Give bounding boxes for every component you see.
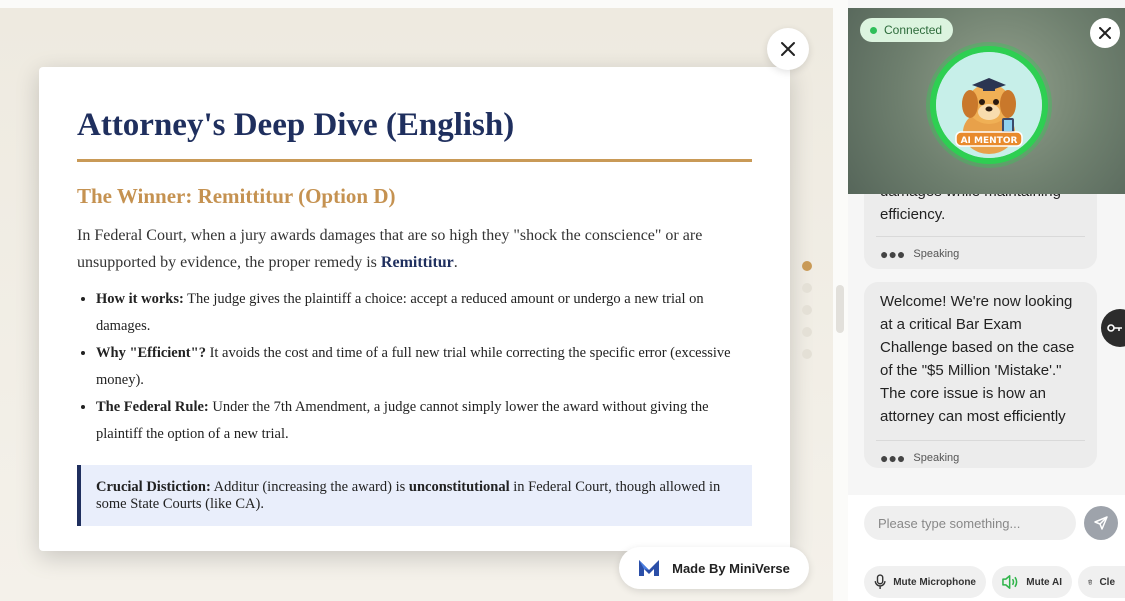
connection-badge: Connected <box>860 18 954 42</box>
mentor-video: Connected AI MENTOR <box>848 8 1125 194</box>
message-bubble: Welcome! We're now looking at a critical… <box>864 282 1097 468</box>
clear-label: Cle <box>1099 576 1115 588</box>
key-icon <box>1107 324 1122 332</box>
made-by-label: Made By MiniVerse <box>672 560 790 576</box>
top-strip <box>0 0 848 8</box>
dots-icon: ●●● <box>880 449 906 466</box>
point-label: Why "Efficient"? <box>96 345 206 361</box>
title-divider <box>77 159 752 162</box>
trash-icon <box>1088 579 1093 585</box>
callout-bold: unconstitutional <box>408 479 510 495</box>
slide-pagination <box>802 261 814 371</box>
status-dot-icon <box>870 26 877 34</box>
list-item: The Federal Rule: Under the 7th Amendmen… <box>96 394 752 448</box>
connection-status: Connected <box>884 23 943 37</box>
intro-end: . <box>453 254 458 271</box>
point-label: How it works: <box>96 291 184 307</box>
callout-box: Crucial Distiction: Additur (increasing … <box>77 465 752 526</box>
pagination-dot[interactable] <box>802 283 812 293</box>
close-icon <box>1099 27 1111 39</box>
chat-input[interactable] <box>864 506 1076 540</box>
mute-ai-button[interactable]: Mute AI <box>992 566 1072 598</box>
send-icon <box>1094 516 1108 530</box>
content-card: Attorney's Deep Dive (English) The Winne… <box>39 67 790 551</box>
scroll-handle[interactable] <box>836 285 844 333</box>
mentor-avatar-image: AI MENTOR <box>936 52 1042 158</box>
speaker-icon <box>1002 575 1018 589</box>
pagination-dot[interactable] <box>802 261 812 271</box>
pagination-dot[interactable] <box>802 349 812 359</box>
dog-mentor-icon: AI MENTOR <box>936 52 1042 158</box>
made-by-badge[interactable]: Made By MiniVerse <box>619 547 809 589</box>
list-item: Why "Efficient"? It avoids the cost and … <box>96 340 752 394</box>
speaking-label: Speaking <box>913 247 960 260</box>
clear-button[interactable]: Cle <box>1078 566 1125 598</box>
microphone-icon <box>874 574 886 589</box>
point-text: The judge gives the plaintiff a choice: … <box>96 291 704 334</box>
avatar-label: AI MENTOR <box>961 136 1018 146</box>
point-label: The Federal Rule: <box>96 399 209 415</box>
intro-bold: Remittitur <box>380 254 454 271</box>
avatar: AI MENTOR <box>930 46 1048 164</box>
close-icon <box>781 42 795 56</box>
close-panel-button[interactable] <box>1090 18 1120 48</box>
intro-paragraph: In Federal Court, when a jury awards dam… <box>77 222 752 276</box>
miniverse-logo-icon <box>639 560 660 576</box>
mute-microphone-button[interactable]: Mute Microphone <box>864 566 986 598</box>
mute-mic-label: Mute Microphone <box>893 576 976 588</box>
send-button[interactable] <box>1084 506 1118 540</box>
speaking-indicator: ●●● Speaking <box>864 441 1097 475</box>
callout-text: Additur (increasing the award) is <box>210 479 409 495</box>
list-item: How it works: The judge gives the plaint… <box>96 286 752 340</box>
card-title: Attorney's Deep Dive (English) <box>77 107 515 143</box>
callout-label: Crucial Distiction: <box>96 479 211 495</box>
mute-ai-label: Mute AI <box>1026 576 1062 588</box>
pagination-dot[interactable] <box>802 327 812 337</box>
card-subtitle: The Winner: Remittitur (Option D) <box>77 184 396 208</box>
message-text: Welcome! We're now looking at a critical… <box>880 293 1075 425</box>
points-list: How it works: The judge gives the plaint… <box>77 286 752 448</box>
pagination-dot[interactable] <box>802 305 812 315</box>
dots-icon: ●●● <box>880 245 906 262</box>
speaking-indicator: ●●● Speaking <box>864 237 1097 271</box>
close-card-button[interactable] <box>767 28 809 70</box>
speaking-label: Speaking <box>913 451 960 464</box>
